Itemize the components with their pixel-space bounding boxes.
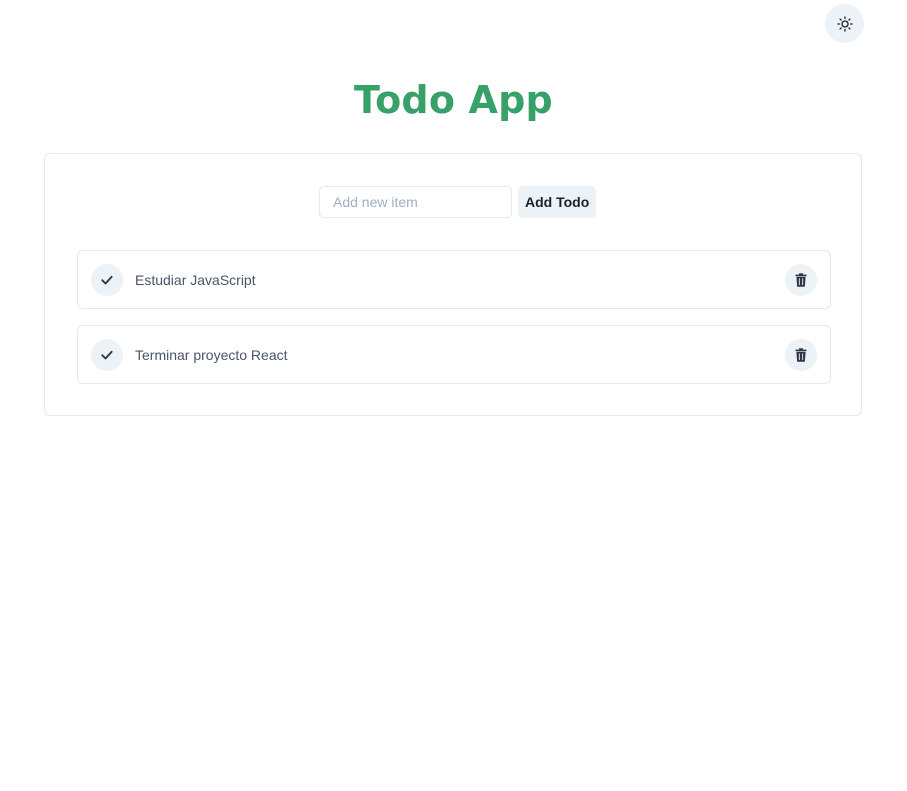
page-title: Todo App xyxy=(354,78,553,122)
complete-todo-button[interactable] xyxy=(91,264,123,296)
trash-icon xyxy=(795,348,807,362)
todo-item: Terminar proyecto React xyxy=(77,325,831,384)
sun-icon xyxy=(836,15,853,32)
theme-toggle-button[interactable] xyxy=(825,4,864,43)
todo-text: Terminar proyecto React xyxy=(135,347,288,363)
todo-item: Estudiar JavaScript xyxy=(77,250,831,309)
new-item-input[interactable] xyxy=(319,186,512,218)
check-icon xyxy=(101,350,113,360)
todo-card: Add Todo Estudiar JavaScript xyxy=(44,153,862,416)
todo-text: Estudiar JavaScript xyxy=(135,272,256,288)
delete-todo-button[interactable] xyxy=(785,339,817,371)
add-todo-button[interactable]: Add Todo xyxy=(518,186,597,218)
check-icon xyxy=(101,275,113,285)
todo-list: Estudiar JavaScript Terminar proyecto Re… xyxy=(77,250,831,400)
delete-todo-button[interactable] xyxy=(785,264,817,296)
complete-todo-button[interactable] xyxy=(91,339,123,371)
trash-icon xyxy=(795,273,807,287)
add-todo-form: Add Todo xyxy=(319,186,597,218)
